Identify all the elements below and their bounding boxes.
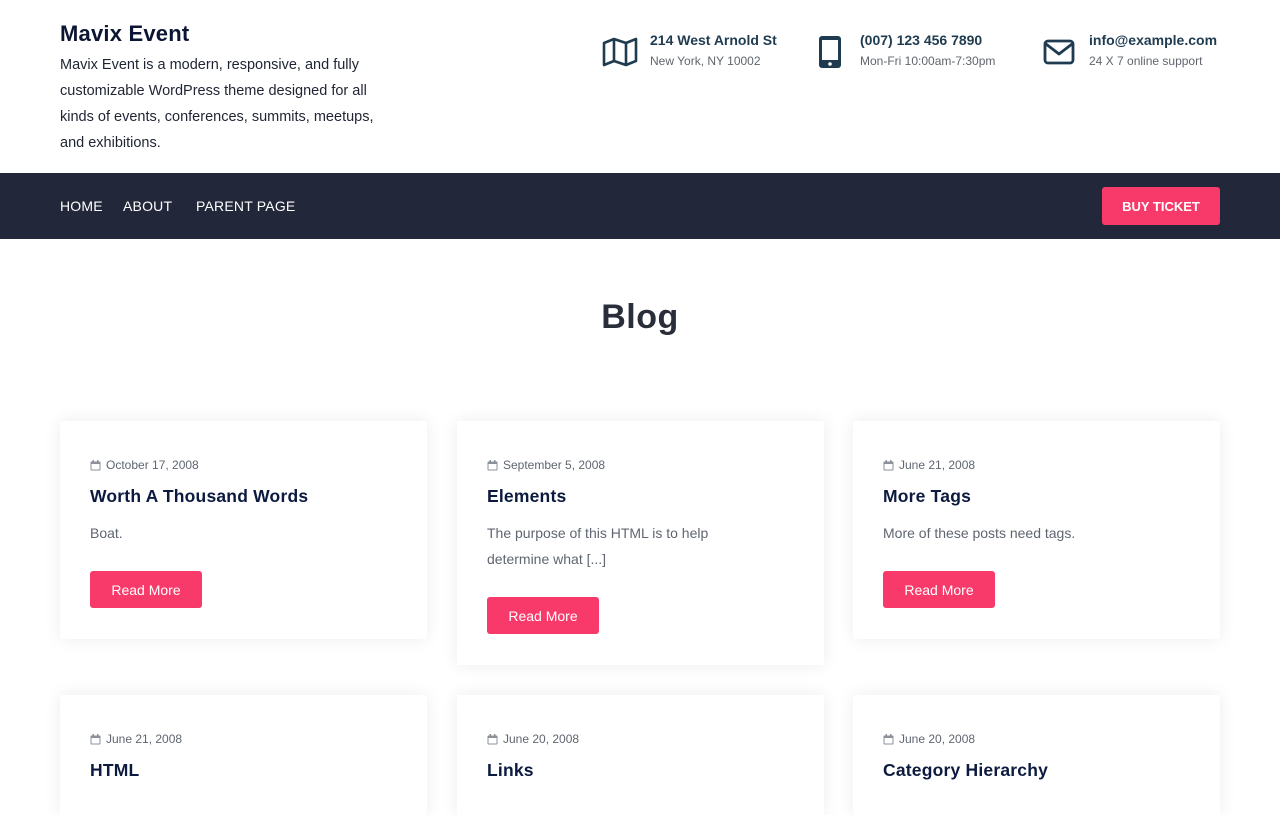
phone-number[interactable]: (007) 123 456 7890 xyxy=(860,30,995,50)
address-city: New York, NY 10002 xyxy=(650,54,761,68)
post-date: October 17, 2008 xyxy=(90,458,199,472)
post-title[interactable]: Elements xyxy=(487,486,566,507)
post-title[interactable]: More Tags xyxy=(883,486,971,507)
mobile-phone-icon xyxy=(808,30,852,74)
email-address[interactable]: info@example.com xyxy=(1089,30,1217,50)
post-date-text[interactable]: September 5, 2008 xyxy=(503,458,605,472)
post-date: June 20, 2008 xyxy=(487,732,579,746)
post-card: June 20, 2008 Links xyxy=(457,695,824,815)
post-excerpt: The purpose of this HTML is to help dete… xyxy=(487,525,709,567)
post-date: June 20, 2008 xyxy=(883,732,975,746)
post-card: June 20, 2008 Category Hierarchy xyxy=(853,695,1220,815)
contact-address: 214 West Arnold St New York, NY 10002 xyxy=(598,30,777,74)
page-title: Blog xyxy=(601,298,679,336)
address-street: 214 West Arnold St xyxy=(650,32,777,48)
post-date: June 21, 2008 xyxy=(883,458,975,472)
site-branding: Mavix Event Mavix Event is a modern, res… xyxy=(60,20,400,156)
phone-hours: Mon-Fri 10:00am-7:30pm xyxy=(860,54,996,68)
read-more-button[interactable]: Read More xyxy=(883,571,995,608)
calendar-icon xyxy=(487,733,498,744)
post-date-text[interactable]: June 21, 2008 xyxy=(899,458,975,472)
calendar-icon xyxy=(487,459,498,470)
post-date: September 5, 2008 xyxy=(487,458,605,472)
nav-item-parent-page[interactable]: PARENT PAGE xyxy=(196,197,295,215)
post-excerpt: More of these posts need tags. xyxy=(883,525,1076,541)
read-more-button[interactable]: Read More xyxy=(90,571,202,608)
post-card: June 21, 2008 HTML xyxy=(60,695,427,815)
nav-item-about[interactable]: ABOUT xyxy=(123,197,172,215)
site-title[interactable]: Mavix Event xyxy=(60,20,400,48)
site-header: Mavix Event Mavix Event is a modern, res… xyxy=(0,0,1280,173)
calendar-icon xyxy=(90,733,101,744)
site-description: Mavix Event is a modern, responsive, and… xyxy=(60,57,374,151)
post-title[interactable]: Links xyxy=(487,760,534,781)
post-title[interactable]: Category Hierarchy xyxy=(883,760,1048,781)
read-more-button[interactable]: Read More xyxy=(487,597,599,634)
main-navigation: HOME ABOUT PARENT PAGE BUY TICKET xyxy=(0,173,1280,239)
post-card: October 17, 2008 Worth A Thousand Words … xyxy=(60,421,427,639)
nav-item-home[interactable]: HOME xyxy=(60,197,103,215)
contact-phone: (007) 123 456 7890 Mon-Fri 10:00am-7:30p… xyxy=(808,30,995,74)
contact-email: info@example.com 24 X 7 online support xyxy=(1037,30,1217,74)
calendar-icon xyxy=(90,459,101,470)
post-excerpt: Boat. xyxy=(90,525,123,541)
buy-ticket-button[interactable]: BUY TICKET xyxy=(1102,187,1220,225)
post-date-text[interactable]: June 21, 2008 xyxy=(106,732,182,746)
envelope-icon xyxy=(1037,30,1081,74)
post-date-text[interactable]: June 20, 2008 xyxy=(899,732,975,746)
calendar-icon xyxy=(883,459,894,470)
post-date: June 21, 2008 xyxy=(90,732,182,746)
post-title[interactable]: HTML xyxy=(90,760,139,781)
map-icon xyxy=(598,30,642,74)
post-card: June 21, 2008 More Tags More of these po… xyxy=(853,421,1220,639)
post-card: September 5, 2008 Elements The purpose o… xyxy=(457,421,824,665)
email-support-note: 24 X 7 online support xyxy=(1089,54,1203,68)
calendar-icon xyxy=(883,733,894,744)
post-title[interactable]: Worth A Thousand Words xyxy=(90,486,308,507)
post-date-text[interactable]: October 17, 2008 xyxy=(106,458,199,472)
post-date-text[interactable]: June 20, 2008 xyxy=(503,732,579,746)
